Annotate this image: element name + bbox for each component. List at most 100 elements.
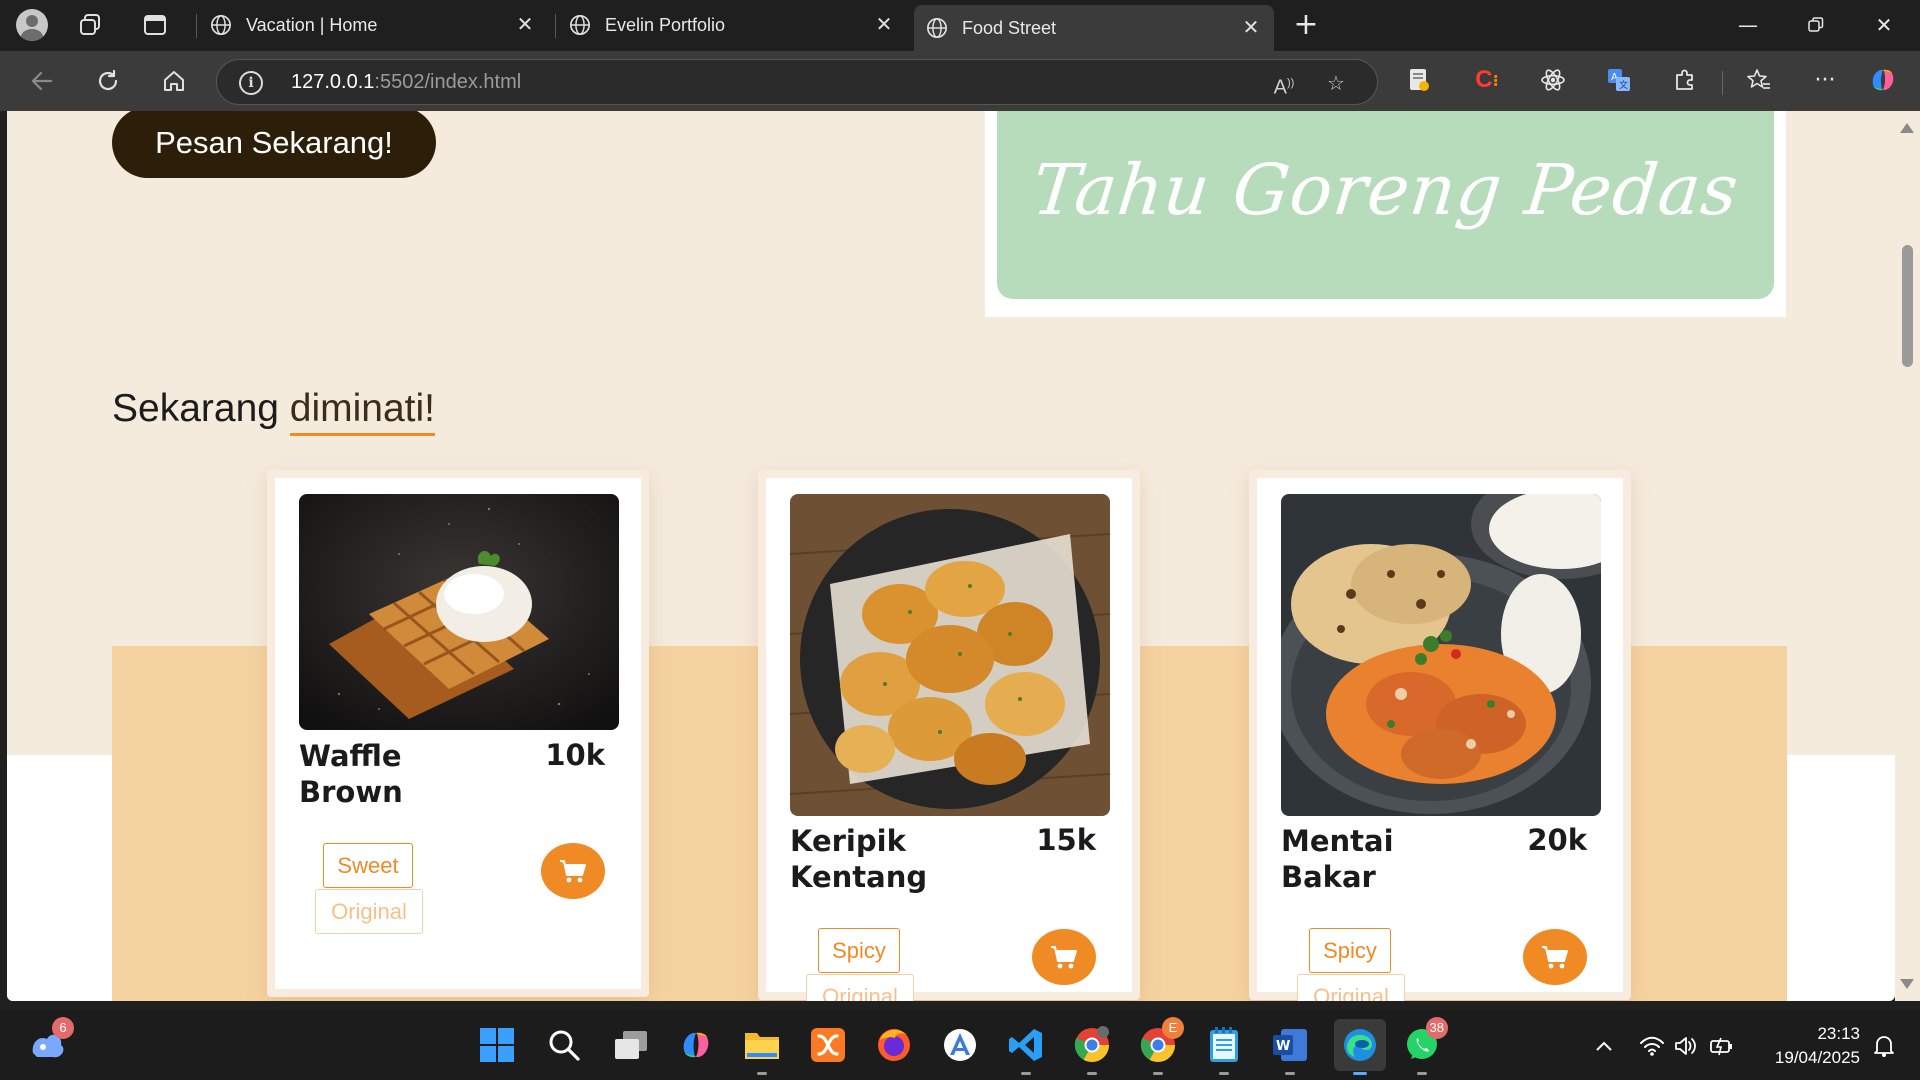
globe-icon [211, 15, 231, 35]
vscode-icon[interactable] [1004, 1023, 1048, 1075]
site-info-icon[interactable]: i [239, 71, 263, 95]
notepad-icon[interactable] [1202, 1023, 1246, 1075]
browser-toolbar: i 127.0.0.1:5502/index.html A)) ☆ C ⁝ A文 … [0, 51, 1920, 111]
tag-original[interactable]: Original [315, 889, 423, 934]
tab-food-street[interactable]: Food Street ✕ [914, 5, 1274, 51]
read-aloud-icon[interactable]: A)) [1271, 70, 1297, 99]
order-now-button[interactable]: Pesan Sekarang! [112, 111, 436, 178]
cart-icon [1542, 946, 1568, 969]
profile-avatar-icon[interactable] [15, 8, 49, 42]
xampp-icon[interactable] [806, 1023, 850, 1067]
tag-original[interactable]: Original [1297, 974, 1405, 1001]
product-price: 20k [1527, 823, 1587, 857]
add-to-cart-button[interactable] [1032, 929, 1096, 985]
show-hidden-icons-chevron-icon[interactable] [1590, 1032, 1618, 1060]
product-price: 15k [1036, 823, 1096, 857]
notifications-icon[interactable] [1870, 1032, 1898, 1060]
reload-icon[interactable] [90, 63, 126, 99]
cart-icon [560, 860, 586, 883]
waffle-photo [299, 494, 619, 730]
minimize-button[interactable]: — [1728, 10, 1768, 40]
translate-icon[interactable]: A文 [1604, 65, 1634, 95]
search-icon[interactable] [542, 1023, 586, 1067]
copilot-app-icon[interactable] [674, 1023, 718, 1067]
tag-spicy[interactable]: Spicy [1309, 928, 1391, 973]
wifi-icon[interactable] [1638, 1032, 1666, 1060]
section-title: Sekarang diminati! [112, 387, 436, 436]
product-name: Mentai Bakar [1281, 824, 1394, 894]
favorite-star-icon[interactable]: ☆ [1323, 70, 1349, 96]
svg-text:文: 文 [1619, 79, 1628, 91]
globe-icon [927, 18, 947, 38]
battery-icon[interactable] [1708, 1032, 1736, 1060]
chrome-profile-badge: E [1162, 1017, 1184, 1039]
product-price: 10k [545, 738, 605, 772]
add-to-cart-button[interactable] [541, 843, 605, 899]
chrome-profile-icon[interactable]: E [1136, 1017, 1184, 1075]
clock-date: 19/04/2025 [1774, 1048, 1860, 1067]
svg-text:W: W [1276, 1039, 1290, 1054]
tag-original[interactable]: Original [806, 974, 914, 1001]
widgets-badge: 6 [52, 1017, 74, 1039]
word-icon[interactable]: W [1268, 1023, 1312, 1075]
favorites-icon[interactable] [1744, 65, 1774, 95]
tab-title: Vacation | Home [246, 14, 378, 35]
android-studio-icon[interactable] [938, 1023, 982, 1067]
mentai-bakar-photo [1281, 494, 1601, 816]
vertical-scrollbar[interactable] [1895, 111, 1920, 1001]
new-tab-button[interactable]: + [1291, 10, 1321, 41]
home-icon[interactable] [156, 63, 192, 99]
promo-banner-image: Tahu Goreng Pedas [997, 111, 1774, 299]
product-name: Waffle Brown [299, 739, 403, 809]
tab-vacation-home[interactable]: Vacation | Home ✕ [198, 6, 548, 44]
start-windows-icon[interactable] [475, 1023, 519, 1067]
tab-evelin-portfolio[interactable]: Evelin Portfolio ✕ [557, 6, 907, 44]
volume-icon[interactable] [1672, 1032, 1700, 1060]
close-tab-icon[interactable]: ✕ [1240, 17, 1262, 39]
tab-title: Evelin Portfolio [605, 14, 726, 35]
promo-banner-text: Tahu Goreng Pedas [1028, 149, 1743, 231]
add-to-cart-button[interactable] [1523, 929, 1587, 985]
tag-sweet[interactable]: Sweet [323, 843, 413, 888]
close-tab-icon[interactable]: ✕ [873, 14, 895, 36]
tab-actions-icon[interactable] [138, 8, 172, 42]
whatsapp-badge: 38 [1425, 1017, 1448, 1039]
windows-taskbar: 6 E W 38 23:13 19/04/2025 [0, 1010, 1920, 1080]
tag-spicy[interactable]: Spicy [818, 928, 900, 973]
scroll-down-arrow-icon[interactable] [1900, 979, 1914, 989]
back-arrow-icon[interactable] [24, 63, 60, 99]
workspaces-icon[interactable] [74, 8, 108, 42]
close-window-button[interactable]: ✕ [1864, 10, 1904, 40]
tab-title: Food Street [962, 17, 1057, 38]
address-bar[interactable]: i 127.0.0.1:5502/index.html A)) ☆ [216, 59, 1378, 105]
chrome-icon[interactable] [1070, 1023, 1114, 1075]
edge-icon[interactable] [1334, 1019, 1386, 1075]
product-name: Keripik Kentang [790, 824, 928, 894]
product-card-keripik-kentang: Keripik Kentang 15k Spicy Original [758, 470, 1140, 1001]
page-viewport: Pesan Sekarang! Tahu Goreng Pedas Sekara… [7, 111, 1895, 1001]
widgets-icon[interactable]: 6 [26, 1017, 74, 1067]
scroll-up-arrow-icon[interactable] [1900, 123, 1914, 133]
extensions-puzzle-icon[interactable] [1670, 65, 1700, 95]
restore-button[interactable] [1796, 10, 1836, 40]
file-explorer-icon[interactable] [740, 1023, 784, 1075]
url-text: 127.0.0.1:5502/index.html [291, 71, 522, 93]
copilot-icon[interactable] [1868, 65, 1898, 95]
keripik-kentang-photo [790, 494, 1110, 816]
product-card-waffle: Waffle Brown 10k Sweet Original [267, 470, 649, 997]
clock-time: 23:13 [1817, 1024, 1860, 1043]
product-card-mentai-bakar: Mentai Bakar 20k Spicy Original [1249, 470, 1631, 1001]
system-clock[interactable]: 23:13 19/04/2025 [1775, 1022, 1860, 1070]
extension-c-icon[interactable]: C ⁝ [1472, 65, 1502, 95]
extension-notes-icon[interactable] [1404, 65, 1434, 95]
scrollbar-thumb[interactable] [1902, 245, 1913, 367]
browser-tab-bar: Vacation | Home ✕ Evelin Portfolio ✕ Foo… [0, 0, 1920, 51]
promo-banner: Tahu Goreng Pedas [985, 111, 1786, 317]
close-tab-icon[interactable]: ✕ [514, 14, 536, 36]
react-devtools-icon[interactable] [1538, 65, 1568, 95]
cart-icon [1051, 946, 1077, 969]
task-view-icon[interactable] [609, 1023, 653, 1067]
more-menu-icon[interactable]: ··· [1810, 65, 1840, 95]
whatsapp-icon[interactable]: 38 [1400, 1017, 1448, 1075]
firefox-icon[interactable] [872, 1023, 916, 1067]
